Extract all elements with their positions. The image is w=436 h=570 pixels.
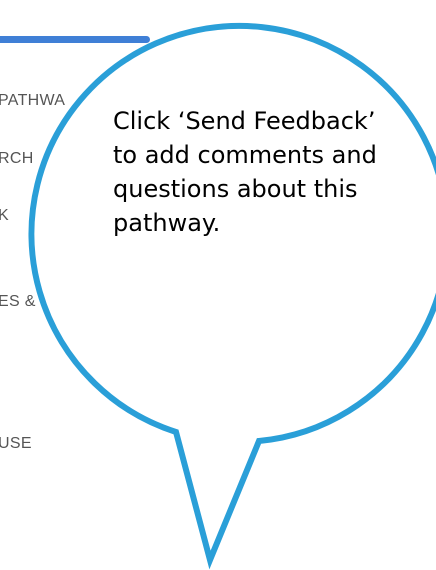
menu-item-use[interactable]: USE bbox=[0, 435, 32, 453]
menu-item-pathway[interactable]: PATHWA bbox=[0, 92, 65, 110]
menu-item-resources[interactable]: ES & bbox=[0, 293, 36, 311]
speech-bubble-callout bbox=[28, 22, 436, 570]
menu-item-k[interactable]: K bbox=[0, 207, 9, 225]
menu-item-search[interactable]: RCH bbox=[0, 150, 34, 168]
menu-accent-bar bbox=[0, 36, 150, 43]
callout-text: Click ‘Send Feedback’ to add comments an… bbox=[113, 107, 377, 237]
